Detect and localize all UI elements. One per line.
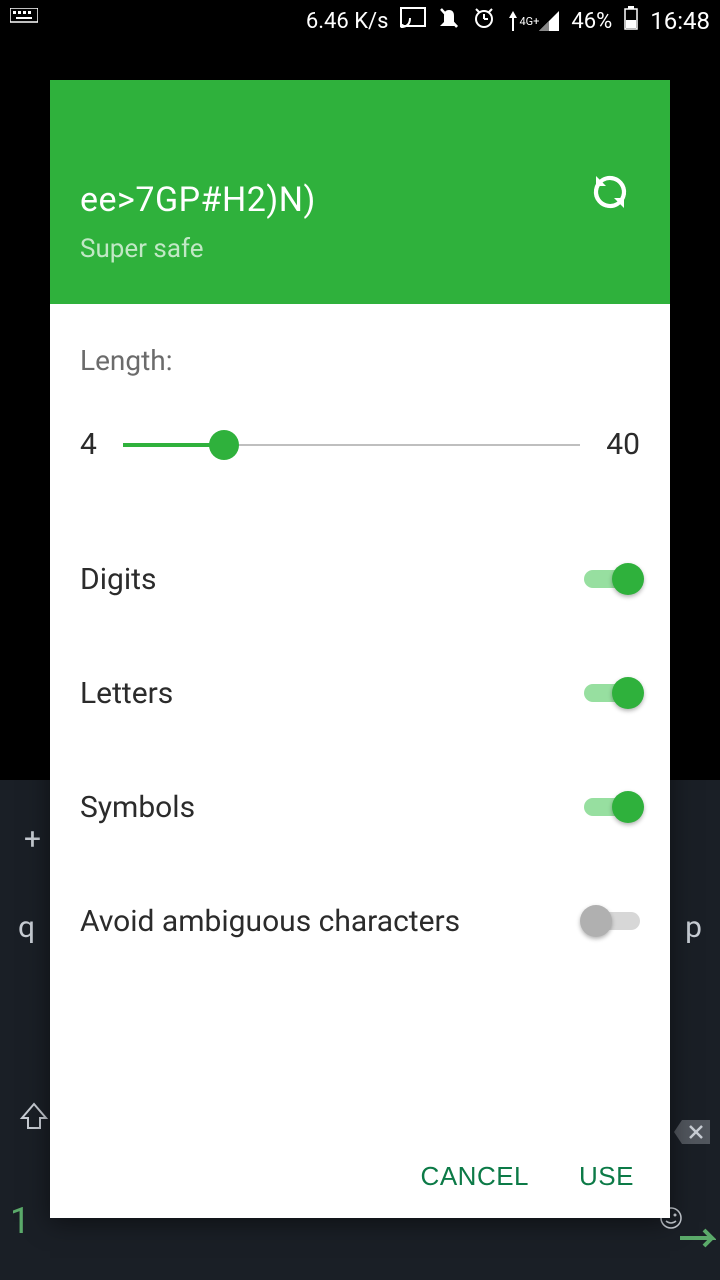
toggle-thumb [612,563,644,595]
kb-q: q [18,910,35,945]
option-row-digits: Digits [80,522,640,636]
battery-percent: 46% [571,9,612,34]
toggle-thumb [612,791,644,823]
password-generator-dialog: ee>7GP#H2)N) Super safe Length: 4 40 Dig… [50,80,670,1218]
length-min: 4 [80,427,97,462]
toggle-thumb [580,905,612,937]
cast-icon [400,7,426,35]
digits-label: Digits [80,562,156,597]
refresh-button[interactable] [588,170,632,214]
dialog-body: Length: 4 40 Digits Letters [50,304,670,1135]
length-slider-row: 4 40 [80,427,640,462]
network-speed: 6.46 K/s [306,9,389,34]
kb-p: p [685,910,702,945]
digits-toggle[interactable] [584,563,640,595]
use-button[interactable]: USE [579,1161,634,1192]
refresh-icon [588,170,632,214]
kb-plus: + [24,822,41,857]
letters-toggle[interactable] [584,677,640,709]
clock: 16:48 [650,7,710,35]
symbols-toggle[interactable] [584,791,640,823]
cancel-button[interactable]: CANCEL [421,1161,529,1192]
length-label: Length: [80,344,640,377]
keyboard-icon [10,8,38,34]
kb-one: 1 [10,1200,30,1242]
slider-thumb[interactable] [209,430,239,460]
battery-icon [624,6,638,36]
dialog-actions: CANCEL USE [50,1135,670,1218]
status-bar: 6.46 K/s 4G+ 46% 16:48 [0,0,720,42]
data-icon: 4G+ [508,11,559,31]
dialog-header: ee>7GP#H2)N) Super safe [50,80,670,304]
enter-icon [676,1224,716,1260]
letters-label: Letters [80,676,173,711]
length-slider[interactable] [123,430,580,460]
toggle-thumb [612,677,644,709]
shift-icon [18,1100,50,1140]
symbols-label: Symbols [80,790,195,825]
option-row-letters: Letters [80,636,640,750]
alarm-icon [472,6,496,36]
status-right: 6.46 K/s 4G+ 46% 16:48 [306,6,710,36]
ambiguous-toggle[interactable] [584,905,640,937]
length-max: 40 [606,427,640,462]
password-strength-label: Super safe [80,234,640,264]
generated-password: ee>7GP#H2)N) [80,180,640,220]
status-left [10,8,38,34]
backspace-icon [672,1118,712,1154]
mute-icon [438,6,460,36]
option-row-ambiguous: Avoid ambiguous characters [80,864,640,978]
option-row-symbols: Symbols [80,750,640,864]
ambiguous-label: Avoid ambiguous characters [80,904,460,939]
